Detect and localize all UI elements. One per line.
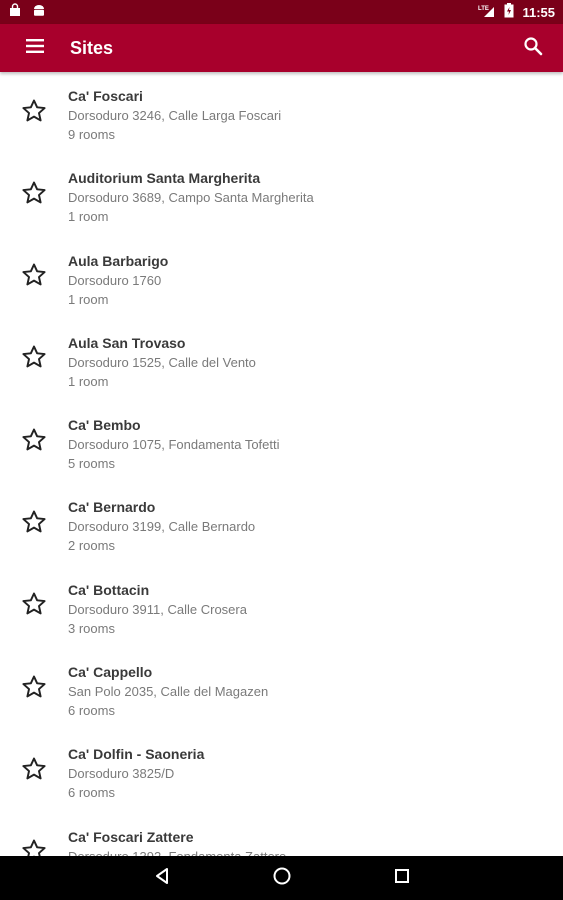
search-icon [523,36,543,61]
site-name: Ca' Dolfin - Saoneria [68,746,205,763]
menu-button[interactable] [0,24,70,72]
search-button[interactable] [503,24,563,72]
favorite-button[interactable] [0,401,68,483]
site-name: Aula San Trovaso [68,334,186,351]
site-rooms: 1 room [68,209,109,225]
site-rooms: 9 rooms [68,127,115,142]
status-bar: LTE 11:55 [0,0,563,24]
list-item[interactable]: Ca' Cappello San Polo 2035, Calle del Mag… [0,648,563,730]
site-rooms: 6 rooms [68,785,115,801]
recents-icon [394,868,410,889]
site-name: Aula Barbarigo [68,252,169,269]
android-icon [32,3,46,22]
back-button[interactable] [102,856,222,900]
site-rooms: 3 rooms [68,620,115,636]
site-text: Ca' Bembo Dorsoduro 1075, Fondamenta Tofe… [68,401,280,473]
home-button[interactable] [222,856,342,900]
list-item[interactable]: Ca' Bernardo Dorsoduro 3199, Calle Bernar… [0,483,563,565]
list-item[interactable]: Ca' Foscari Zattere Dorsoduro 1392, Fonda… [0,813,563,856]
site-text: Ca' Foscari Dorsoduro 3246, Calle Larga F… [68,72,281,144]
site-rooms: 1 room [68,373,109,389]
sites-list[interactable]: Ca' Foscari Dorsoduro 3246, Calle Larga F… [0,72,563,856]
home-icon [272,866,292,891]
status-time: 11:55 [522,4,555,20]
navigation-bar [0,856,563,900]
signal-icon: LTE [478,4,496,21]
list-item[interactable]: Ca' Dolfin - Saoneria Dorsoduro 3825/D 6 r… [0,730,563,812]
site-text: Ca' Foscari Zattere Dorsoduro 1392, Fonda… [68,813,286,856]
list-item[interactable]: Aula Barbarigo Dorsoduro 1760 1 room [0,237,563,319]
star-icon [21,591,47,622]
site-rooms: 1 room [68,291,109,307]
site-address: Dorsoduro 3689, Campo Santa Margherita [68,190,314,206]
favorite-button[interactable] [0,483,68,565]
star-icon [21,674,47,705]
site-text: Ca' Cappello San Polo 2035, Calle del Mag… [68,648,268,720]
site-name: Ca' Foscari [68,88,143,104]
list-item[interactable]: Auditorium Santa Margherita Dorsoduro 368… [0,154,563,236]
page-title: Sites [70,37,114,58]
site-text: Aula San Trovaso Dorsoduro 1525, Calle de… [68,319,256,391]
site-address: Dorsoduro 1525, Calle del Vento [68,354,256,370]
site-rooms: 6 rooms [68,703,115,719]
list-item[interactable]: Ca' Bottacin Dorsoduro 3911, Calle Croser… [0,566,563,648]
recents-button[interactable] [342,856,462,900]
site-rooms: 5 rooms [68,456,115,472]
svg-text:LTE: LTE [478,6,489,12]
favorite-button[interactable] [0,813,68,856]
site-address: Dorsoduro 3911, Calle Crosera [68,601,247,617]
site-text: Ca' Bottacin Dorsoduro 3911, Calle Croser… [68,566,247,638]
site-address: Dorsoduro 1760 [68,272,162,288]
site-address: Dorsoduro 3825/D [68,766,175,782]
favorite-button[interactable] [0,319,68,401]
site-name: Ca' Bembo [68,417,141,434]
site-text: Auditorium Santa Margherita Dorsoduro 368… [68,154,314,226]
site-name: Ca' Bernardo [68,499,156,516]
favorite-button[interactable] [0,730,68,812]
star-icon [21,98,47,129]
site-text: Ca' Dolfin - Saoneria Dorsoduro 3825/D 6 r… [68,730,204,802]
list-item[interactable]: Aula San Trovaso Dorsoduro 1525, Calle de… [0,319,563,401]
star-icon [21,756,47,787]
star-icon [21,427,47,458]
favorite-button[interactable] [0,237,68,319]
site-address: Dorsoduro 3246, Calle Larga Foscari [68,108,282,123]
favorite-button[interactable] [0,154,68,236]
star-icon [21,344,47,375]
site-name: Ca' Bottacin [68,581,150,598]
app-bar: Sites [0,24,563,72]
site-address: Dorsoduro 1392, Fondamenta Zattere [68,847,286,856]
favorite-button[interactable] [0,566,68,648]
bag-icon [8,2,22,22]
site-address: Dorsoduro 1075, Fondamenta Tofetti [68,437,280,453]
star-icon [21,838,47,856]
site-name: Ca' Cappello [68,664,153,681]
back-icon [153,867,171,890]
site-text: Aula Barbarigo Dorsoduro 1760 1 room [68,237,168,309]
site-name: Auditorium Santa Margherita [68,170,261,187]
site-rooms: 2 rooms [68,538,115,554]
menu-icon [25,38,45,59]
star-icon [21,180,47,211]
battery-icon [504,3,514,21]
site-text: Ca' Bernardo Dorsoduro 3199, Calle Bernar… [68,483,255,555]
favorite-button[interactable] [0,648,68,730]
site-address: Dorsoduro 3199, Calle Bernardo [68,519,256,535]
site-name: Ca' Foscari Zattere [68,828,194,845]
list-item[interactable]: Ca' Bembo Dorsoduro 1075, Fondamenta Tofe… [0,401,563,483]
star-icon [21,509,47,540]
star-icon [21,262,47,293]
site-address: San Polo 2035, Calle del Magazen [68,684,269,700]
favorite-button[interactable] [0,72,68,154]
list-item[interactable]: Ca' Foscari Dorsoduro 3246, Calle Larga F… [0,72,563,154]
